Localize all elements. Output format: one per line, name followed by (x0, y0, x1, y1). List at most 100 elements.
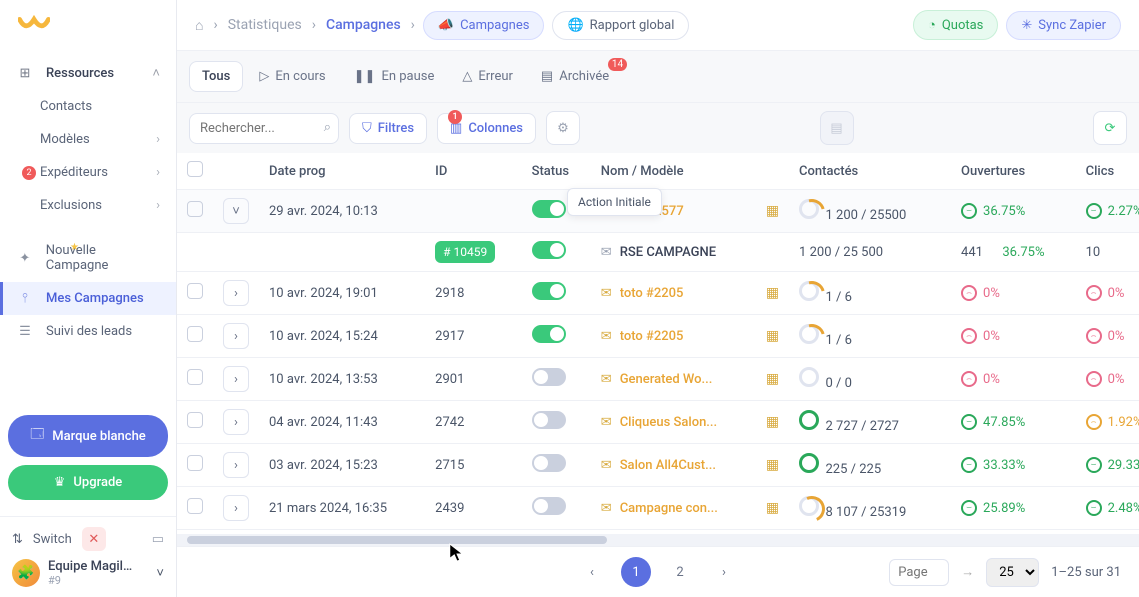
colonnes-button[interactable]: 1▥Colonnes (437, 113, 536, 144)
template-icon[interactable]: ▦ (766, 500, 779, 516)
page-prev[interactable]: ‹ (577, 557, 607, 587)
campaign-link[interactable]: toto #2205 (620, 286, 684, 301)
sync-zapier-button[interactable]: ✳Sync Zapier (1006, 11, 1121, 40)
tab-en-cours[interactable]: ▷En cours (247, 62, 337, 91)
sidebar-expediteurs[interactable]: 2 Expéditeurs› (0, 156, 176, 189)
tab-erreur[interactable]: △Erreur (450, 62, 525, 91)
col-id[interactable]: ID (425, 153, 521, 190)
campaign-link[interactable]: Campagne con... (620, 501, 718, 516)
horizontal-scrollbar[interactable] (177, 534, 1139, 546)
sidebar-ressources[interactable]: ⊞ Ressources ˄ (0, 56, 176, 90)
status-toggle[interactable] (532, 325, 566, 343)
status-toggle[interactable] (532, 454, 566, 472)
rapport-global-button[interactable]: 🌐Rapport global (552, 11, 689, 40)
marque-blanche-button[interactable]: 🗔Marque blanche (8, 415, 168, 457)
expand-button[interactable]: › (223, 323, 249, 349)
status-toggle[interactable] (532, 200, 566, 218)
contacts-value: 1 / 6 (826, 290, 852, 305)
tab-archivee[interactable]: ▤Archivée14 (529, 62, 621, 91)
col-ouvertures[interactable]: Ouvertures (951, 153, 1076, 190)
expand-button[interactable]: › (223, 495, 249, 521)
template-icon[interactable]: ▦ (766, 457, 779, 473)
plus-icon: ✦ (16, 251, 34, 266)
home-icon[interactable]: ⌂ (195, 17, 203, 34)
expand-button[interactable]: › (223, 366, 249, 392)
status-toggle[interactable] (532, 241, 566, 259)
crumb-stats[interactable]: Statistiques (228, 17, 302, 33)
expand-button[interactable]: › (223, 280, 249, 306)
sidebar-mes-campagnes[interactable]: ⫯ Mes Campagnes (0, 282, 176, 315)
page-input[interactable] (889, 559, 949, 586)
sidebar-nouvelle-campagne[interactable]: ✦ ★ Nouvelle Campagne (0, 234, 176, 282)
chevron-right-icon: › (156, 198, 160, 213)
col-status[interactable]: Status (522, 153, 591, 190)
status-toggle[interactable] (532, 411, 566, 429)
chat-icon[interactable]: ▭ (152, 532, 164, 547)
campaign-link[interactable]: toto #2205 (620, 329, 684, 344)
grid-icon: ⊞ (16, 66, 34, 81)
face-icon: ⌣ (961, 457, 977, 473)
tab-en-pause[interactable]: ❚❚En pause (342, 62, 447, 91)
settings-button[interactable]: ⚙ (546, 111, 580, 145)
row-checkbox[interactable] (187, 498, 203, 514)
switch-label[interactable]: Switch (33, 532, 72, 547)
status-toggle[interactable] (532, 368, 566, 386)
page-2[interactable]: 2 (665, 557, 695, 587)
envelope-icon: ✉ (601, 501, 612, 516)
sidebar-contacts[interactable]: Contacts (0, 90, 176, 123)
expand-button[interactable]: › (223, 452, 249, 478)
search-input[interactable]: ⌕ (189, 113, 339, 144)
col-clics[interactable]: Clics (1076, 153, 1139, 190)
template-icon[interactable]: ▦ (766, 285, 779, 301)
filtres-button[interactable]: ⛉Filtres (349, 113, 427, 144)
col-date[interactable]: Date prog (259, 153, 425, 190)
row-checkbox[interactable] (187, 283, 203, 299)
upgrade-button[interactable]: ♛Upgrade (8, 465, 168, 500)
archive-selected-button[interactable]: ▤ (820, 111, 854, 145)
status-toggle[interactable] (532, 497, 566, 515)
template-icon[interactable]: ▦ (766, 328, 779, 344)
page-next[interactable]: › (709, 557, 739, 587)
row-checkbox[interactable] (187, 201, 203, 217)
row-checkbox[interactable] (187, 369, 203, 385)
sidebar-modeles[interactable]: Modèles› (0, 123, 176, 156)
campaign-link[interactable]: Salon All4Cust... (620, 458, 716, 473)
campaign-name[interactable]: RSE CAMPAGNE (620, 245, 716, 260)
sidebar-exclusions[interactable]: Exclusions› (0, 189, 176, 222)
row-checkbox[interactable] (187, 455, 203, 471)
campaign-link[interactable]: Cliqueus Salon... (620, 415, 717, 430)
team-selector[interactable]: 🧩 Equipe Magile... #9 ˅ (12, 559, 164, 587)
refresh-button[interactable]: ⟳ (1093, 111, 1127, 145)
ouvertures-pct: 25.89% (983, 501, 1025, 516)
status-toggle[interactable] (532, 282, 566, 300)
col-nom[interactable]: Nom / Modèle (591, 153, 756, 190)
close-icon[interactable]: ✕ (82, 527, 106, 551)
page-1[interactable]: 1 (621, 557, 651, 587)
expand-button[interactable]: › (223, 409, 249, 435)
progress-ring (799, 281, 819, 301)
template-icon[interactable]: ▦ (766, 414, 779, 430)
page-size-select[interactable]: 25 (986, 558, 1039, 587)
face-icon: ⌢ (961, 371, 977, 387)
sidebar-suivi-leads[interactable]: ☰ Suivi des leads (0, 315, 176, 348)
template-icon[interactable]: ▦ (766, 371, 779, 387)
quotas-button[interactable]: ◔Quotas (913, 10, 998, 40)
row-checkbox[interactable] (187, 412, 203, 428)
date-value: 29 avr. 2024, 10:13 (259, 190, 425, 233)
row-checkbox[interactable] (187, 326, 203, 342)
expand-button[interactable]: ˅ (223, 198, 249, 224)
megaphone-icon: 📣 (438, 18, 454, 33)
tab-tous[interactable]: Tous (189, 61, 243, 92)
select-all-checkbox[interactable] (187, 161, 203, 177)
campagnes-button[interactable]: 📣Campagnes (423, 11, 545, 40)
ouvertures-pct: 36.75% (983, 204, 1025, 219)
switch-icon[interactable]: ⇅ (12, 532, 23, 547)
avatar: 🧩 (12, 559, 40, 587)
globe-icon: 🌐 (567, 18, 583, 33)
campaign-link[interactable]: Generated Wo... (620, 372, 713, 387)
archive-icon: ▤ (541, 69, 553, 84)
contacts-value: 1 / 6 (826, 333, 852, 348)
col-contactes[interactable]: Contactés (789, 153, 951, 190)
template-icon[interactable]: ▦ (766, 203, 779, 219)
chevron-right-icon: › (156, 165, 160, 180)
